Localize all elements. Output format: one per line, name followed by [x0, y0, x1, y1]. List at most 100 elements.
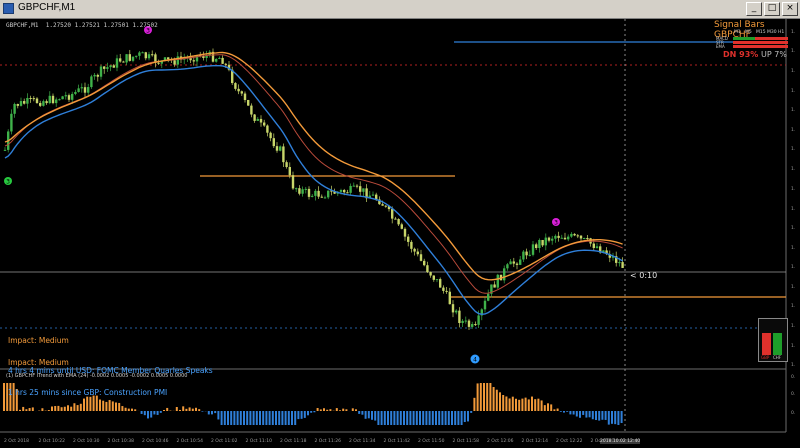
histogram-bar	[444, 411, 447, 425]
histogram-bar	[188, 407, 191, 411]
time-label: 2 Oct 10:38	[107, 439, 134, 444]
histogram-bar	[262, 411, 265, 425]
bar-countdown: < 0:10	[630, 271, 658, 280]
histogram-bar	[550, 404, 553, 411]
candle-body	[90, 76, 93, 88]
candle-body	[535, 244, 538, 249]
candle-body	[467, 320, 471, 327]
candle-body	[16, 103, 19, 106]
time-label: 2 Oct 10:54	[176, 439, 203, 444]
candle-body	[13, 103, 16, 114]
candle-body	[259, 118, 263, 123]
close-button[interactable]: ×	[782, 2, 798, 16]
signal-cell	[766, 37, 777, 40]
candle-body	[275, 146, 279, 151]
time-label: 2 Oct 11:18	[280, 439, 307, 444]
histogram-bar	[591, 411, 594, 420]
time-label: 2 Oct 12:22	[556, 439, 583, 444]
maximize-button[interactable]: □	[764, 2, 780, 16]
histogram-bar	[601, 411, 604, 420]
candle-body	[291, 175, 295, 189]
histogram-bar	[364, 411, 367, 419]
histogram-bar	[211, 411, 213, 415]
candle-body	[522, 251, 525, 260]
time-label: 2 Oct 11:26	[314, 439, 341, 444]
chart-window-titlebar[interactable]: GBPCHF,M1 _ □ ×	[0, 0, 800, 19]
signal-cell	[733, 37, 744, 40]
candle-body	[567, 236, 570, 240]
histogram-bar	[406, 411, 409, 425]
candle-body	[506, 264, 509, 269]
histogram-bar	[454, 411, 457, 425]
candle-body	[109, 65, 112, 68]
histogram-bar	[419, 411, 421, 425]
histogram-bar	[563, 411, 565, 413]
candle-body	[579, 235, 583, 239]
histogram-bar	[175, 407, 178, 411]
candle-body	[487, 293, 490, 301]
tf-h1: H1	[778, 30, 785, 35]
histogram-bar	[319, 409, 322, 411]
histogram-bar	[377, 411, 380, 425]
candle-body	[455, 310, 458, 313]
candle-body	[403, 228, 407, 237]
histogram-bar	[518, 399, 521, 411]
candle-body	[256, 118, 259, 121]
histogram-bar	[310, 411, 313, 413]
time-label: 2 Oct 10:30	[73, 439, 100, 444]
histogram-bar	[259, 411, 261, 425]
histogram-bar	[195, 407, 197, 411]
histogram-bar	[585, 411, 588, 418]
candle-body	[115, 58, 119, 68]
candle-body	[464, 320, 467, 322]
candle-body	[45, 101, 48, 104]
candle-body	[234, 83, 237, 89]
histogram-bar	[611, 411, 613, 424]
svg-text:1.: 1.	[791, 68, 795, 74]
terminal-window: GBPCHF,M1 _ □ × 3 3 3 4 1. 1. 1. 1. 1. 1…	[0, 0, 800, 448]
minimize-button[interactable]: _	[746, 2, 762, 16]
signal-cell	[777, 41, 788, 44]
candle-body	[554, 235, 557, 239]
candle-body	[515, 263, 519, 265]
candle-body	[128, 54, 131, 61]
histogram-bar	[387, 411, 389, 425]
histogram-bar	[246, 411, 249, 425]
candle-body	[151, 54, 154, 56]
candle-body	[42, 101, 45, 106]
candle-body	[429, 272, 432, 276]
candle-body	[87, 87, 90, 93]
candle-body	[173, 60, 176, 65]
candle-body	[551, 238, 554, 241]
tf-m1: M1	[734, 30, 741, 35]
histogram-bar	[345, 409, 348, 411]
candle-body	[439, 279, 442, 288]
histogram-bar	[486, 383, 489, 411]
time-label: 2 Oct 11:58	[452, 439, 479, 444]
histogram-bar	[438, 411, 441, 425]
tf-m5: M5	[745, 30, 752, 35]
histogram-bar	[278, 411, 281, 425]
candle-body	[263, 122, 266, 126]
candle-body	[541, 239, 544, 246]
svg-text:3: 3	[6, 179, 10, 186]
candle-body	[192, 60, 195, 62]
window-title: GBPCHF,M1	[18, 2, 76, 13]
time-label: 2 Oct 12:06	[487, 439, 514, 444]
candle-body	[218, 57, 221, 59]
histogram-bar	[268, 411, 271, 425]
histogram-bar	[284, 411, 287, 425]
candle-body	[400, 224, 403, 229]
histogram-bar	[422, 411, 425, 425]
candle-body	[144, 52, 147, 59]
candle-body	[67, 95, 71, 100]
candle-body	[71, 93, 74, 100]
svg-text:1.: 1.	[791, 264, 795, 270]
time-label: 2 Oct 11:34	[349, 439, 376, 444]
histogram-bar	[396, 411, 399, 425]
time-label: 2 Oct 12:14	[521, 439, 548, 444]
candle-body	[544, 237, 547, 246]
histogram-bar	[614, 411, 617, 425]
histogram-bar	[553, 409, 556, 411]
svg-text:1.: 1.	[791, 245, 795, 251]
